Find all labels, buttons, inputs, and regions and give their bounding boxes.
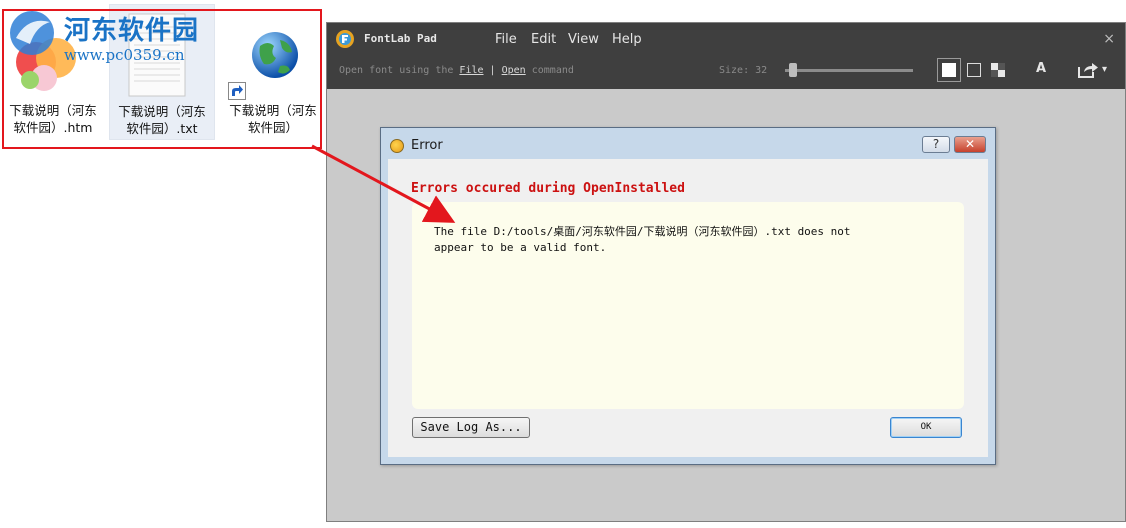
toolbar: FontLab Pad File Edit View Help × Open f… bbox=[327, 23, 1125, 89]
size-slider[interactable] bbox=[785, 63, 913, 77]
window-close-button[interactable]: × bbox=[1103, 31, 1115, 47]
open-font-hint: Open font using the File | Open command bbox=[339, 65, 574, 76]
checker-background-icon[interactable] bbox=[991, 63, 1005, 77]
annotation-highlight-box bbox=[2, 9, 322, 149]
dialog-close-button[interactable]: ✕ bbox=[954, 136, 986, 153]
text-tool-icon[interactable]: A bbox=[1036, 61, 1046, 76]
dialog-title: Error bbox=[411, 138, 443, 153]
menu-edit[interactable]: Edit bbox=[531, 32, 556, 47]
dialog-help-button[interactable]: ? bbox=[922, 136, 950, 153]
size-slider-handle[interactable] bbox=[789, 63, 797, 77]
error-message: The file D:/tools/桌面/河东软件园/下载说明（河东软件园）.t… bbox=[434, 224, 944, 256]
app-title: FontLab Pad bbox=[364, 32, 437, 45]
menu-help[interactable]: Help bbox=[612, 32, 642, 47]
share-icon[interactable] bbox=[1077, 61, 1099, 79]
dialog-body: Errors occured during OpenInstalled The … bbox=[388, 159, 988, 457]
error-heading: Errors occured during OpenInstalled bbox=[411, 181, 685, 196]
size-label: Size: 32 bbox=[719, 65, 768, 76]
share-dropdown-caret[interactable]: ▾ bbox=[1102, 64, 1107, 75]
dialog-app-icon bbox=[390, 139, 404, 153]
menu-file[interactable]: File bbox=[495, 32, 517, 47]
save-log-button[interactable]: Save Log As... bbox=[412, 417, 530, 438]
fontlab-logo-icon bbox=[336, 30, 354, 48]
hint-file-link[interactable]: File bbox=[459, 65, 483, 76]
error-message-box: The file D:/tools/桌面/河东软件园/下载说明（河东软件园）.t… bbox=[412, 202, 964, 409]
fontlab-pad-window: FontLab Pad File Edit View Help × Open f… bbox=[326, 22, 1126, 522]
error-dialog: Error ? ✕ Errors occured during OpenInst… bbox=[380, 127, 996, 465]
ok-button[interactable]: OK bbox=[890, 417, 962, 438]
hint-prefix: Open font using the bbox=[339, 65, 454, 76]
dark-background-icon[interactable] bbox=[967, 63, 981, 77]
error-message-line2: appear to be a valid font. bbox=[434, 241, 607, 254]
hint-suffix: command bbox=[531, 65, 574, 76]
hint-separator: | bbox=[489, 65, 496, 76]
menu-view[interactable]: View bbox=[568, 32, 599, 47]
white-background-icon[interactable] bbox=[942, 63, 956, 77]
desktop-files: 下载说明（河东 软件园）.htm 下载说明（河东 软件园）.txt 下载说明（河… bbox=[0, 0, 326, 155]
hint-open-link[interactable]: Open bbox=[502, 65, 526, 76]
error-message-line1: The file D:/tools/桌面/河东软件园/下载说明（河东软件园）.t… bbox=[434, 225, 851, 238]
